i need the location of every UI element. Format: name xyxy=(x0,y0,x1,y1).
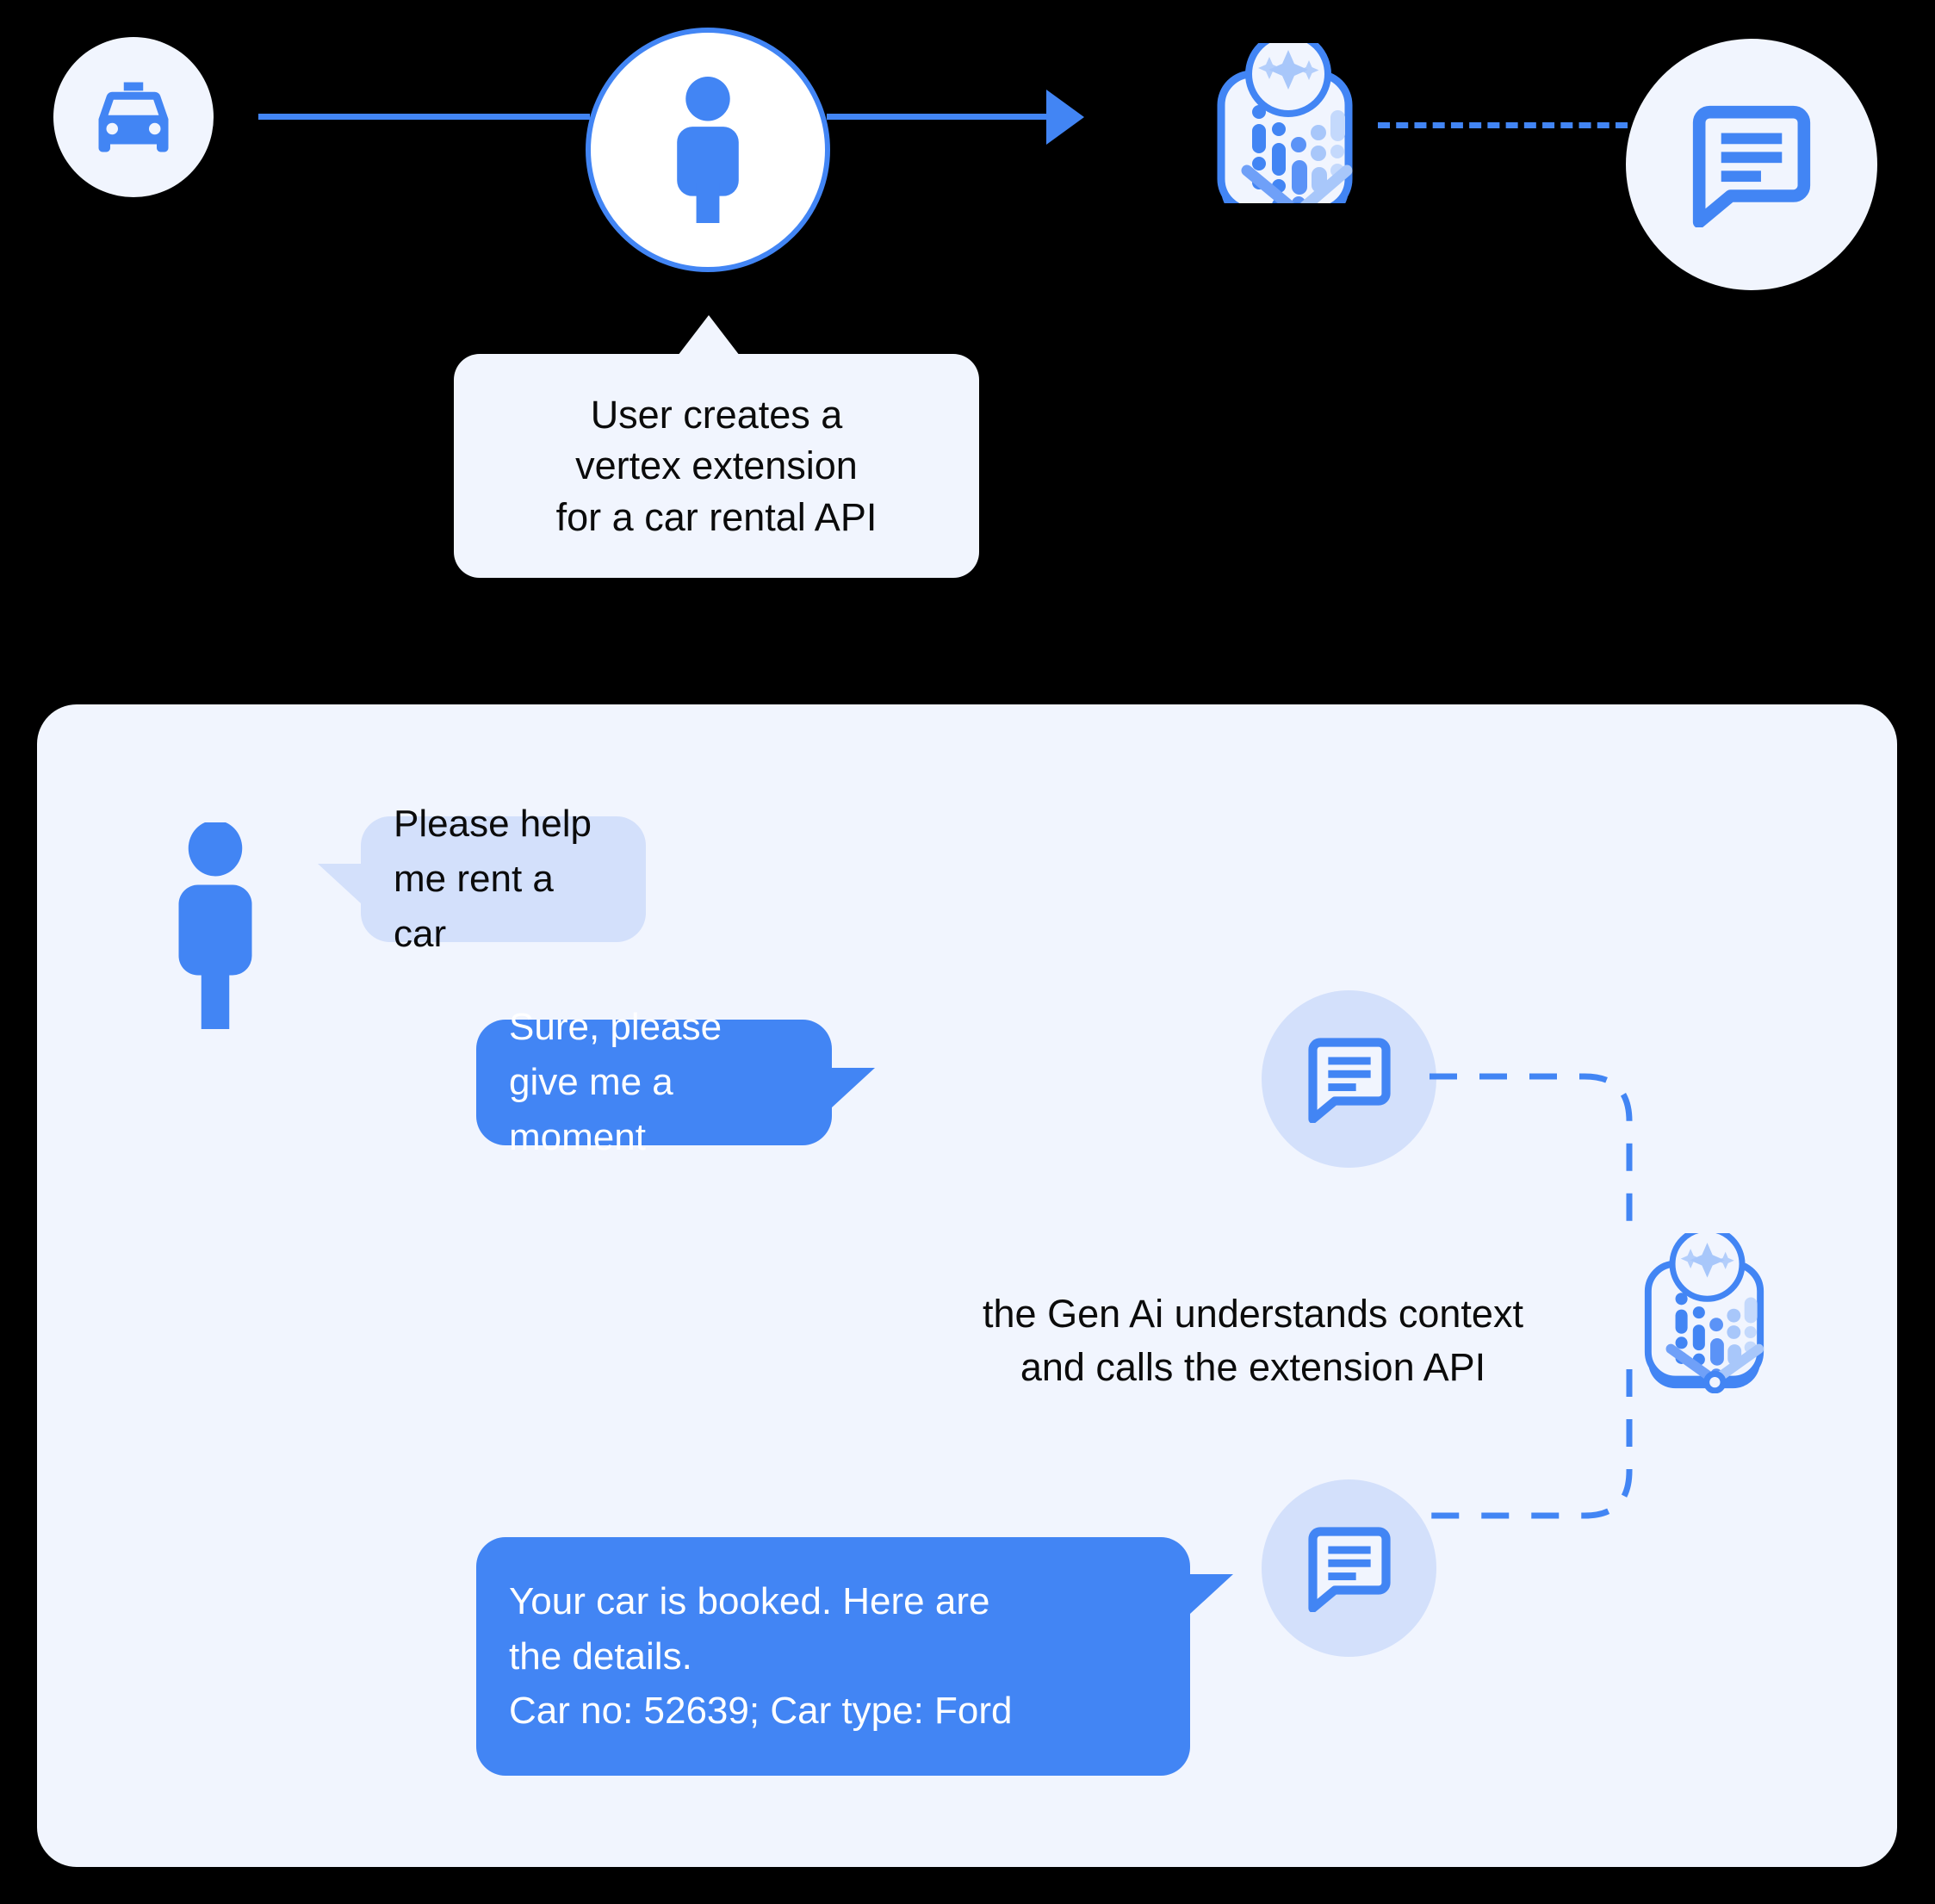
flow-node-user[interactable] xyxy=(586,28,830,272)
message-text: Sure, please give me a moment xyxy=(509,1006,723,1158)
chat-bubble-icon xyxy=(1305,1035,1394,1123)
chat-bubble-icon xyxy=(1688,102,1815,227)
chat-icon-reply-2[interactable] xyxy=(1262,1479,1436,1657)
callout-line-3: for a car rental API xyxy=(555,494,878,539)
message-line-1: Your car is booked. Here are xyxy=(509,1579,990,1622)
flow-dashline-extension-chat xyxy=(1378,122,1628,128)
flow-line-user-extension xyxy=(827,114,1046,120)
vertex-extension-icon xyxy=(1217,43,1353,203)
annotation-gen-ai: the Gen Ai understands context and calls… xyxy=(913,1287,1593,1394)
vertex-extension-icon xyxy=(1644,1233,1764,1393)
chat-extension-node[interactable] xyxy=(1634,1233,1774,1393)
bubble-tail-bot-2 xyxy=(1190,1574,1233,1614)
message-line-2: the details. xyxy=(509,1634,692,1678)
message-bubble-user-1[interactable]: Please help me rent a car xyxy=(361,803,646,955)
callout-line-1: User creates a xyxy=(590,392,843,437)
message-line-3: Car no: 52639; Car type: Ford xyxy=(509,1690,1013,1733)
message-bubble-bot-1[interactable]: Sure, please give me a moment xyxy=(476,1006,832,1158)
flow-arrowhead xyxy=(1046,90,1084,145)
person-icon xyxy=(178,822,252,1029)
bubble-tail-user-1 xyxy=(318,864,361,903)
bubble-tail-bot-1 xyxy=(832,1068,875,1107)
callout-tail xyxy=(678,315,740,356)
callout-user-creates-extension: User creates a vertex extension for a ca… xyxy=(454,354,979,578)
flow-node-extension[interactable] xyxy=(1206,43,1364,203)
callout-line-2: vertex extension xyxy=(575,443,858,488)
chat-avatar xyxy=(172,822,258,1029)
message-bubble-bot-2[interactable]: Your car is booked. Here are the details… xyxy=(476,1537,1190,1776)
annotation-line-2: and calls the extension API xyxy=(1020,1345,1486,1390)
person-icon xyxy=(669,77,747,223)
annotation-line-1: the Gen Ai understands context xyxy=(983,1292,1523,1336)
message-text: Please help me rent a car xyxy=(394,803,592,955)
flow-line-taxi-user xyxy=(258,114,590,120)
flow-node-chat[interactable] xyxy=(1626,39,1877,290)
taxi-icon xyxy=(87,71,180,164)
chat-bubble-icon xyxy=(1305,1524,1394,1612)
diagram-root: User creates a vertex extension for a ca… xyxy=(0,0,1935,1904)
flow-node-taxi[interactable] xyxy=(53,37,214,197)
chat-icon-reply-1[interactable] xyxy=(1262,990,1436,1168)
